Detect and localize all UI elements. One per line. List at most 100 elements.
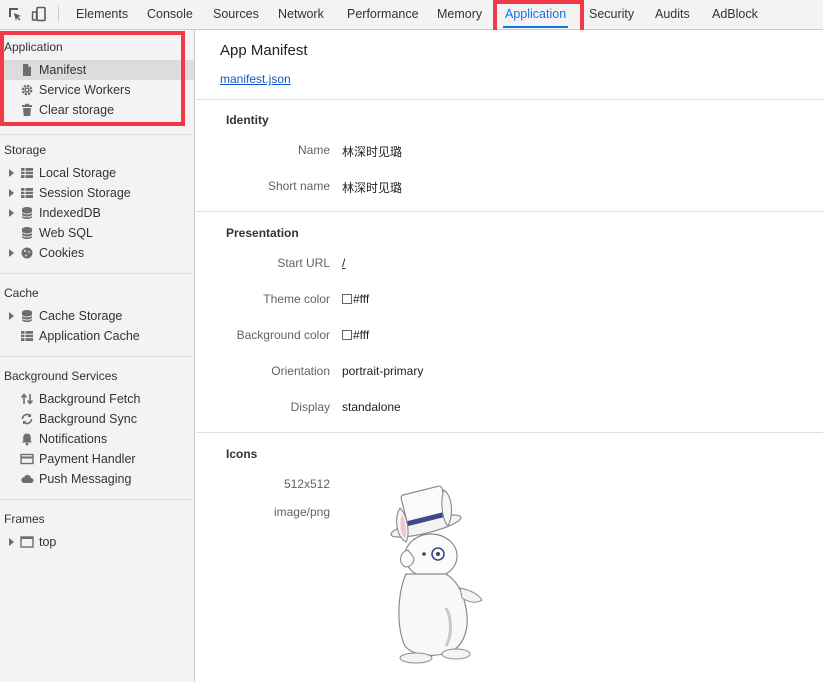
database-icon	[21, 207, 33, 219]
sidebar-item-label: Manifest	[39, 63, 87, 77]
tab-network[interactable]: Network	[278, 0, 324, 29]
sidebar-item-cookies[interactable]: Cookies	[0, 243, 194, 263]
manifest-json-link[interactable]: manifest.json	[220, 72, 291, 86]
sidebar-divider	[0, 273, 195, 274]
tab-adblock[interactable]: AdBlock	[712, 0, 758, 29]
expand-arrow-icon[interactable]	[9, 538, 14, 546]
devtools-tab-bar: Elements Console Sources Network Perform…	[0, 0, 823, 30]
start-url-label: Start URL	[277, 256, 330, 270]
expand-arrow-icon[interactable]	[9, 169, 14, 177]
start-url-link[interactable]: /	[342, 256, 345, 270]
expand-arrow-icon[interactable]	[9, 312, 14, 320]
sidebar-item-label: top	[39, 535, 57, 549]
section-heading-icons: Icons	[226, 447, 258, 461]
sidebar-item-notifications[interactable]: Notifications	[0, 429, 194, 449]
icon-size-label: 512x512	[283, 477, 330, 491]
sidebar-item-service-workers[interactable]: Service Workers	[0, 80, 194, 100]
section-title-cache: Cache	[4, 286, 39, 300]
sidebar-item-manifest[interactable]: Manifest	[0, 60, 194, 80]
sidebar-item-label: Cookies	[39, 246, 85, 260]
database-icon	[21, 310, 33, 322]
database-icon	[21, 227, 33, 239]
tab-console[interactable]: Console	[147, 0, 193, 29]
sidebar-item-web-sql[interactable]: Web SQL	[0, 223, 194, 243]
bell-icon	[22, 433, 32, 446]
section-title-background-services: Background Services	[4, 369, 118, 383]
section-title-application: Application	[4, 40, 63, 54]
short-name-value: 林深时见璐	[342, 181, 403, 195]
sidebar-item-indexeddb[interactable]: IndexedDB	[0, 203, 194, 223]
sidebar-item-frame-top[interactable]: top	[0, 532, 194, 552]
sidebar-item-label: Web SQL	[39, 226, 93, 240]
section-title-frames: Frames	[4, 512, 45, 526]
sidebar-divider	[0, 356, 195, 357]
trash-icon	[22, 103, 32, 116]
grid-icon	[21, 188, 33, 198]
cloud-icon	[21, 474, 34, 483]
sidebar-item-background-sync[interactable]: Background Sync	[0, 409, 194, 429]
section-divider	[196, 432, 823, 433]
sync-icon	[21, 413, 33, 425]
theme-color-swatch	[342, 294, 352, 304]
background-color-value: #fff	[342, 328, 369, 342]
section-divider	[196, 211, 823, 212]
sidebar-item-label: IndexedDB	[39, 206, 101, 220]
expand-arrow-icon[interactable]	[9, 189, 14, 197]
background-color-label: Background color	[236, 328, 330, 342]
short-name-label: Short name	[267, 179, 330, 193]
sidebar-item-label: Push Messaging	[39, 472, 132, 486]
sidebar-item-label: Service Workers	[39, 83, 131, 97]
sidebar-item-label: Cache Storage	[39, 309, 123, 323]
inspect-element-icon[interactable]	[7, 6, 23, 22]
section-heading-identity: Identity	[226, 113, 269, 127]
sidebar-item-local-storage[interactable]: Local Storage	[0, 163, 194, 183]
sidebar-item-clear-storage[interactable]: Clear storage	[0, 100, 194, 120]
sidebar-item-application-cache[interactable]: Application Cache	[0, 326, 194, 346]
tab-audits[interactable]: Audits	[655, 0, 690, 29]
sidebar-item-cache-storage[interactable]: Cache Storage	[0, 306, 194, 326]
toolbar-separator	[58, 6, 59, 22]
tab-memory[interactable]: Memory	[437, 0, 482, 29]
sidebar-item-label: Local Storage	[39, 166, 117, 180]
expand-arrow-icon[interactable]	[9, 249, 14, 257]
sidebar-item-label: Background Sync	[39, 412, 137, 426]
sidebar-item-label: Clear storage	[39, 103, 115, 117]
device-toolbar-icon[interactable]	[31, 6, 47, 22]
theme-color-text: #fff	[353, 292, 370, 306]
cookie-icon	[21, 247, 33, 259]
theme-color-value: #fff	[342, 292, 369, 306]
grid-icon	[21, 331, 33, 341]
sidebar-item-label: Session Storage	[39, 186, 131, 200]
background-color-swatch	[342, 330, 352, 340]
sidebar-item-push-messaging[interactable]: Push Messaging	[0, 469, 194, 489]
display-label: Display	[290, 400, 330, 414]
tab-sources[interactable]: Sources	[213, 0, 259, 29]
tab-performance[interactable]: Performance	[347, 0, 419, 29]
theme-color-label: Theme color	[263, 292, 330, 306]
display-value: standalone	[342, 400, 401, 414]
sidebar-item-label: Application Cache	[39, 329, 140, 343]
tab-application[interactable]: Application	[502, 0, 569, 29]
card-icon	[20, 453, 34, 465]
document-icon	[23, 64, 31, 76]
tab-elements[interactable]: Elements	[76, 0, 128, 29]
orientation-value: portrait-primary	[342, 364, 424, 378]
icon-type-label: image/png	[273, 505, 330, 519]
expand-arrow-icon[interactable]	[9, 209, 14, 217]
name-label: Name	[297, 143, 330, 157]
section-divider	[196, 99, 823, 100]
orientation-label: Orientation	[271, 364, 330, 378]
app-manifest-panel: App Manifest manifest.json Identity Name…	[196, 30, 823, 682]
application-sidebar: Application Manifest Service Workers Cle…	[0, 30, 195, 682]
sidebar-item-payment-handler[interactable]: Payment Handler	[0, 449, 194, 469]
name-value: 林深时见璐	[342, 145, 403, 159]
page-title: App Manifest	[220, 42, 308, 59]
gear-icon	[21, 84, 33, 96]
sidebar-item-background-fetch[interactable]: Background Fetch	[0, 389, 194, 409]
tab-security[interactable]: Security	[589, 0, 634, 29]
sidebar-item-session-storage[interactable]: Session Storage	[0, 183, 194, 203]
up-down-arrows-icon	[20, 393, 34, 405]
sidebar-divider	[0, 499, 195, 500]
app-icon-rabbit-image	[390, 485, 483, 664]
sidebar-item-label: Notifications	[39, 432, 108, 446]
